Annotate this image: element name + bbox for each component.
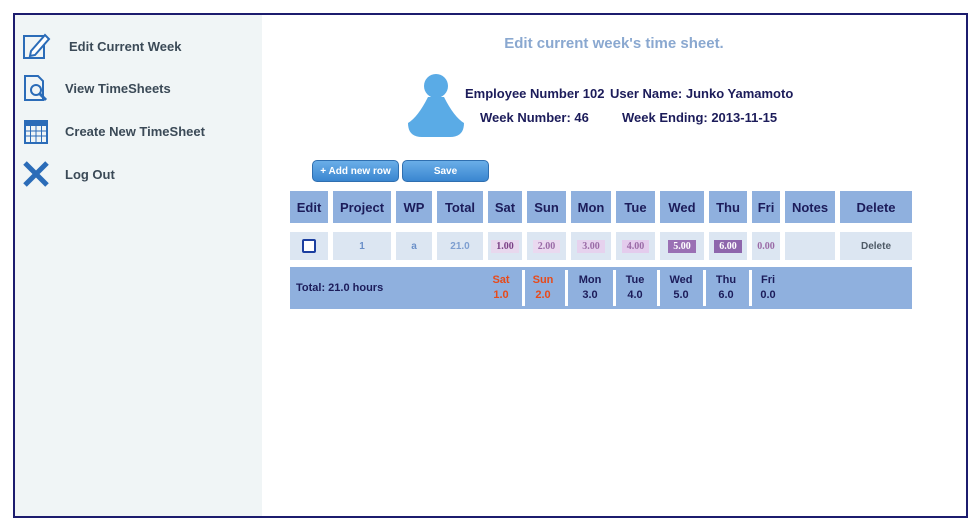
sidebar-item-view-timesheets[interactable]: View TimeSheets — [21, 73, 171, 103]
column-header-project: Project — [333, 191, 391, 223]
total-fri: Fri 0.0 — [748, 273, 788, 303]
calendar-icon — [21, 116, 51, 146]
sidebar-item-create-new-timesheet[interactable]: Create New TimeSheet — [21, 116, 205, 146]
column-header-tue: Tue — [616, 191, 655, 223]
tue-hours-cell[interactable]: 4.00 — [616, 232, 655, 260]
app-window: Edit Current Week View TimeSheets Create… — [13, 13, 968, 518]
notes-cell[interactable] — [785, 232, 835, 260]
sidebar-item-label: Create New TimeSheet — [65, 123, 205, 139]
total-sat: Sat 1.0 — [481, 273, 521, 303]
total-day-value: 4.0 — [627, 289, 643, 301]
page-title: Edit current week's time sheet. — [504, 35, 724, 52]
sun-hours-cell[interactable]: 2.00 — [527, 232, 566, 260]
column-header-sun: Sun — [527, 191, 566, 223]
total-day-value: 3.0 — [582, 289, 598, 301]
sidebar-item-label: Log Out — [65, 166, 115, 182]
sat-hours-cell[interactable]: 1.00 — [488, 232, 522, 260]
total-cell: 21.0 — [437, 232, 483, 260]
sidebar-item-label: View TimeSheets — [65, 80, 171, 96]
sidebar-item-log-out[interactable]: Log Out — [21, 159, 115, 189]
total-wed: Wed 5.0 — [661, 273, 701, 303]
column-header-edit: Edit — [290, 191, 328, 223]
totals-bar: Total: 21.0 hours Sat 1.0 Sun 2.0 Mon 3.… — [290, 267, 912, 309]
column-header-wed: Wed — [660, 191, 704, 223]
fri-hours-value: 0.00 — [757, 240, 775, 252]
edit-checkbox-cell — [290, 232, 328, 260]
sidebar-item-label: Edit Current Week — [69, 38, 182, 54]
column-header-fri: Fri — [752, 191, 780, 223]
column-header-delete: Delete — [840, 191, 912, 223]
column-header-notes: Notes — [785, 191, 835, 223]
edit-checkbox[interactable] — [302, 239, 316, 253]
total-day-value: 5.0 — [673, 289, 689, 301]
separator — [565, 270, 568, 306]
save-button[interactable]: Save — [402, 160, 489, 182]
tue-hours-value: 4.00 — [621, 239, 650, 253]
column-header-wp: WP — [396, 191, 432, 223]
total-day-name: Thu — [715, 274, 737, 286]
mon-hours-value: 3.00 — [577, 239, 605, 253]
fri-hours-cell[interactable]: 0.00 — [752, 232, 780, 260]
main-content: Edit current week's time sheet. Employee… — [262, 15, 966, 516]
total-day-name: Sun — [532, 274, 554, 286]
column-header-thu: Thu — [709, 191, 747, 223]
avatar — [406, 73, 466, 137]
sidebar: Edit Current Week View TimeSheets Create… — [15, 15, 262, 516]
total-hours-label: Total: 21.0 hours — [296, 282, 384, 294]
separator — [657, 270, 660, 306]
mon-hours-cell[interactable]: 3.00 — [571, 232, 611, 260]
total-day-name: Tue — [625, 274, 645, 286]
thu-hours-value: 6.00 — [714, 239, 742, 253]
total-day-value: 6.0 — [718, 289, 734, 301]
column-header-total: Total — [437, 191, 483, 223]
total-day-value: 1.0 — [493, 289, 509, 301]
column-header-mon: Mon — [571, 191, 611, 223]
total-day-name: Mon — [578, 274, 602, 286]
sun-hours-value: 2.00 — [532, 239, 561, 253]
total-day-value: 2.0 — [535, 289, 551, 301]
total-sun: Sun 2.0 — [523, 273, 563, 303]
project-cell[interactable]: 1 — [333, 232, 391, 260]
wed-hours-value: 5.00 — [668, 239, 696, 253]
close-icon — [21, 159, 51, 189]
total-thu: Thu 6.0 — [706, 273, 746, 303]
thu-hours-cell[interactable]: 6.00 — [709, 232, 747, 260]
total-day-name: Sat — [492, 274, 510, 286]
document-search-icon — [21, 73, 51, 103]
week-number: Week Number: 46 — [480, 110, 589, 125]
employee-number: Employee Number 102 — [465, 86, 605, 101]
total-day-name: Fri — [760, 274, 776, 286]
total-day-name: Wed — [669, 274, 693, 286]
week-ending: Week Ending: 2013-11-15 — [622, 110, 778, 125]
delete-row-button[interactable]: Delete — [840, 232, 912, 260]
wp-cell[interactable]: a — [396, 232, 432, 260]
wed-hours-cell[interactable]: 5.00 — [660, 232, 704, 260]
edit-icon — [21, 31, 51, 61]
total-day-value: 0.0 — [760, 289, 776, 301]
column-header-sat: Sat — [488, 191, 522, 223]
sidebar-item-edit-current-week[interactable]: Edit Current Week — [21, 31, 181, 61]
sat-hours-value: 1.00 — [491, 239, 519, 253]
user-name: User Name: Junko Yamamoto — [610, 86, 794, 101]
total-mon: Mon 3.0 — [570, 273, 610, 303]
add-new-row-button[interactable]: + Add new row — [312, 160, 399, 182]
total-tue: Tue 4.0 — [615, 273, 655, 303]
